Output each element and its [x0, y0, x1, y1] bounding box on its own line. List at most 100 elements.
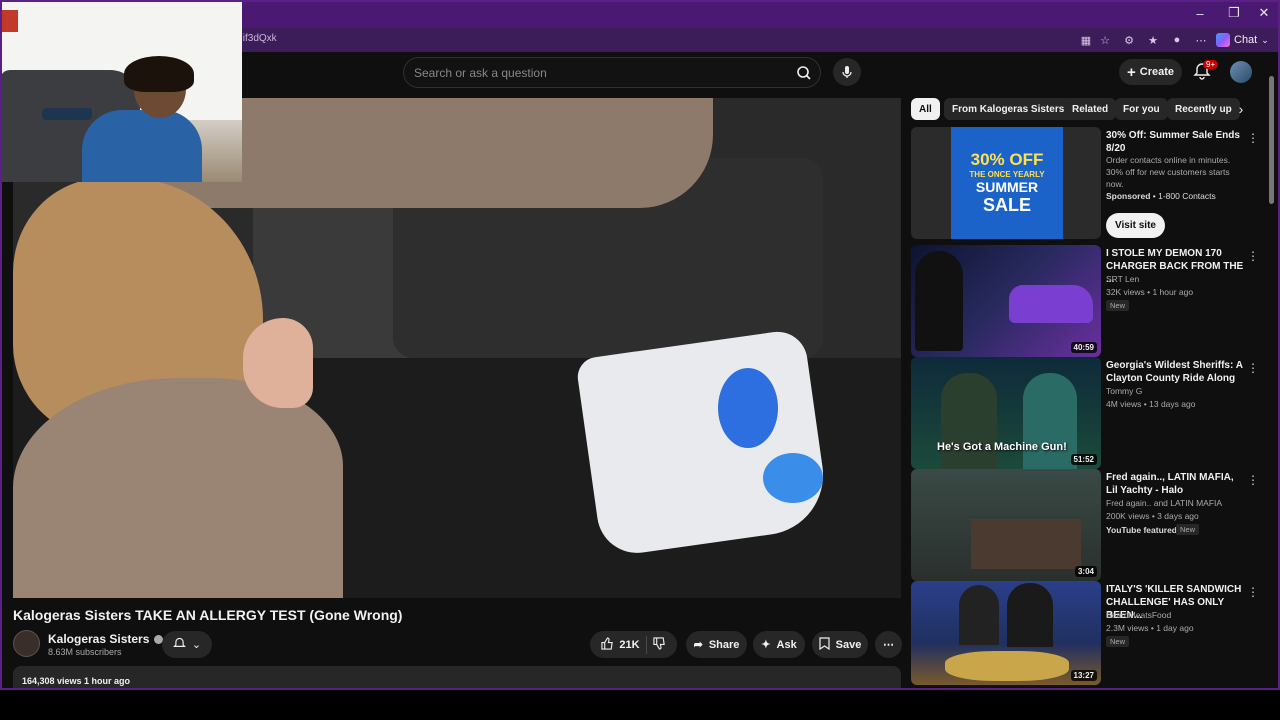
- search-icon[interactable]: [792, 61, 816, 85]
- chip-related[interactable]: Related: [1064, 98, 1117, 120]
- more-horizontal-icon: ⋯: [883, 639, 894, 651]
- url-text[interactable]: Iif3dQxk: [240, 33, 277, 44]
- thumbs-down-icon[interactable]: [652, 636, 666, 653]
- favorite-star-icon[interactable]: ☆: [1097, 32, 1113, 48]
- search-box[interactable]: Search or ask a question: [403, 57, 821, 88]
- thumbs-up-icon: [601, 636, 614, 653]
- webcam-overlay: [0, 0, 242, 182]
- thumb-studio: [971, 519, 1081, 569]
- video-frame-bag: [575, 327, 831, 559]
- more-vertical-icon[interactable]: ⋮: [1247, 249, 1259, 263]
- visit-site-button[interactable]: Visit site: [1106, 213, 1165, 238]
- create-button[interactable]: + Create: [1119, 59, 1182, 85]
- video-frame-blue-container: [718, 368, 778, 448]
- minimize-icon[interactable]: –: [1184, 0, 1216, 26]
- ad-advertiser: 1-800 Contacts: [1158, 191, 1216, 201]
- more-vertical-icon[interactable]: ⋮: [1247, 131, 1259, 145]
- save-button[interactable]: Save: [812, 631, 868, 658]
- thumb-caption: He's Got a Machine Gun!: [937, 441, 1067, 453]
- video-title[interactable]: Georgia's Wildest Sheriffs: A Clayton Co…: [1106, 359, 1244, 385]
- channel-name[interactable]: Fred again.. and LATIN MAFIA: [1106, 497, 1246, 509]
- chevron-right-icon[interactable]: ›: [1232, 100, 1250, 118]
- search-input[interactable]: Search or ask a question: [414, 66, 547, 80]
- share-icon: ➦: [693, 639, 703, 651]
- webcam-red-object: [0, 10, 18, 32]
- video-duration: 13:27: [1070, 670, 1097, 681]
- favorites-icon[interactable]: ★: [1145, 32, 1161, 48]
- description-box[interactable]: [13, 666, 901, 688]
- plus-icon: +: [1126, 63, 1136, 81]
- chevron-down-icon: ⌄: [191, 639, 202, 651]
- notification-count-badge: 9+: [1203, 60, 1219, 69]
- video-thumbnail[interactable]: 13:27: [911, 581, 1101, 685]
- subscribed-notifications-button[interactable]: ⌄: [162, 631, 212, 658]
- like-divider: [645, 635, 647, 654]
- thumb-sandwich: [945, 651, 1069, 681]
- chip-all[interactable]: All: [911, 98, 940, 120]
- chat-label: Chat: [1234, 34, 1258, 46]
- profile-icon[interactable]: ●: [1169, 32, 1185, 48]
- webcam-person-hair: [124, 56, 194, 92]
- video-thumbnail[interactable]: 3:04: [911, 469, 1101, 581]
- thumb-person-right: [1007, 583, 1053, 647]
- channel-name[interactable]: Tommy G: [1106, 385, 1246, 397]
- channel-avatar[interactable]: [13, 630, 40, 657]
- thumb-person-left: [941, 373, 997, 469]
- channel-name[interactable]: SRT Len: [1106, 273, 1246, 285]
- more-vertical-icon[interactable]: ⋮: [1247, 361, 1259, 375]
- share-label: Share: [708, 638, 740, 651]
- scrollbar-thumb[interactable]: [1269, 76, 1274, 204]
- ad-title[interactable]: 30% Off: Summer Sale Ends 8/20: [1106, 129, 1244, 155]
- ad-thumbnail[interactable]: 30% OFF THE ONCE YEARLY SUMMER SALE: [911, 127, 1101, 239]
- share-button[interactable]: ➦ Share: [686, 631, 747, 658]
- ask-label: Ask: [776, 638, 797, 651]
- bottom-black-bar: [0, 690, 1280, 720]
- ad-thumb-line3: SUMMER: [975, 179, 1039, 195]
- extension-icon[interactable]: ⚙: [1121, 32, 1137, 48]
- app-icon[interactable]: ▦: [1078, 32, 1094, 48]
- recommendation-card[interactable]: 3:04 Fred again.., LATIN MAFIA, Lil Yach…: [911, 469, 1261, 581]
- more-vertical-icon[interactable]: ⋮: [1247, 585, 1259, 599]
- channel-name-row[interactable]: Kalogeras Sisters: [48, 632, 164, 646]
- microphone-icon[interactable]: [833, 58, 861, 86]
- restore-icon[interactable]: ❐: [1218, 0, 1250, 26]
- account-avatar[interactable]: [1230, 61, 1252, 83]
- like-button[interactable]: 21K: [601, 636, 640, 653]
- video-title[interactable]: Fred again.., LATIN MAFIA, Lil Yachty - …: [1106, 471, 1244, 497]
- video-meta: 200K views • 3 days ago: [1106, 511, 1199, 521]
- channel-name[interactable]: Kalogeras Sisters: [48, 632, 149, 646]
- copilot-chat-button[interactable]: Chat ⌄: [1216, 31, 1269, 49]
- more-menu-icon[interactable]: ⋯: [1193, 32, 1209, 48]
- ad-thumbnail-art: 30% OFF THE ONCE YEARLY SUMMER SALE: [951, 127, 1063, 239]
- sparkle-icon: ✦: [761, 639, 771, 651]
- chip-for-you[interactable]: For you: [1115, 98, 1168, 120]
- more-actions-button[interactable]: ⋯: [875, 631, 902, 658]
- thumb-person-left: [959, 585, 999, 645]
- recommendation-card[interactable]: 40:59 I STOLE MY DEMON 170 CHARGER BACK …: [911, 245, 1261, 357]
- thumb-person-right: [1023, 373, 1077, 469]
- more-vertical-icon[interactable]: ⋮: [1247, 473, 1259, 487]
- video-thumbnail[interactable]: He's Got a Machine Gun! 51:52: [911, 357, 1101, 469]
- video-duration: 51:52: [1070, 454, 1097, 465]
- ad-body: Order contacts online in minutes. 30% of…: [1106, 155, 1231, 189]
- video-thumbnail[interactable]: 40:59: [911, 245, 1101, 357]
- video-meta: 4M views • 13 days ago: [1106, 399, 1196, 409]
- video-title: Kalogeras Sisters TAKE AN ALLERGY TEST (…: [13, 607, 403, 623]
- webcam-person-body: [82, 110, 202, 182]
- video-meta: 32K views • 1 hour ago: [1106, 287, 1194, 297]
- ad-thumb-line2: THE ONCE YEARLY: [969, 170, 1045, 179]
- channel-name[interactable]: BeardMeatsFood: [1106, 609, 1246, 621]
- like-dislike-group: 21K: [590, 631, 677, 658]
- video-duration: 40:59: [1070, 342, 1097, 353]
- ask-button[interactable]: ✦ Ask: [753, 631, 805, 658]
- new-badge: New: [1106, 636, 1130, 647]
- close-icon[interactable]: ✕: [1248, 0, 1280, 26]
- create-label: Create: [1139, 66, 1174, 78]
- recommendation-card[interactable]: 13:27 ITALY'S 'KILLER SANDWICH CHALLENGE…: [911, 581, 1261, 685]
- chip-from-channel[interactable]: From Kalogeras Sisters: [944, 98, 1073, 120]
- ad-thumb-line4: SALE: [982, 195, 1031, 215]
- recommendation-card[interactable]: He's Got a Machine Gun! 51:52 Georgia's …: [911, 357, 1261, 469]
- video-frame-blue-lid: [763, 453, 823, 503]
- ad-card[interactable]: 30% OFF THE ONCE YEARLY SUMMER SALE 30% …: [911, 127, 1261, 239]
- chip-recently-uploaded[interactable]: Recently up: [1167, 98, 1240, 120]
